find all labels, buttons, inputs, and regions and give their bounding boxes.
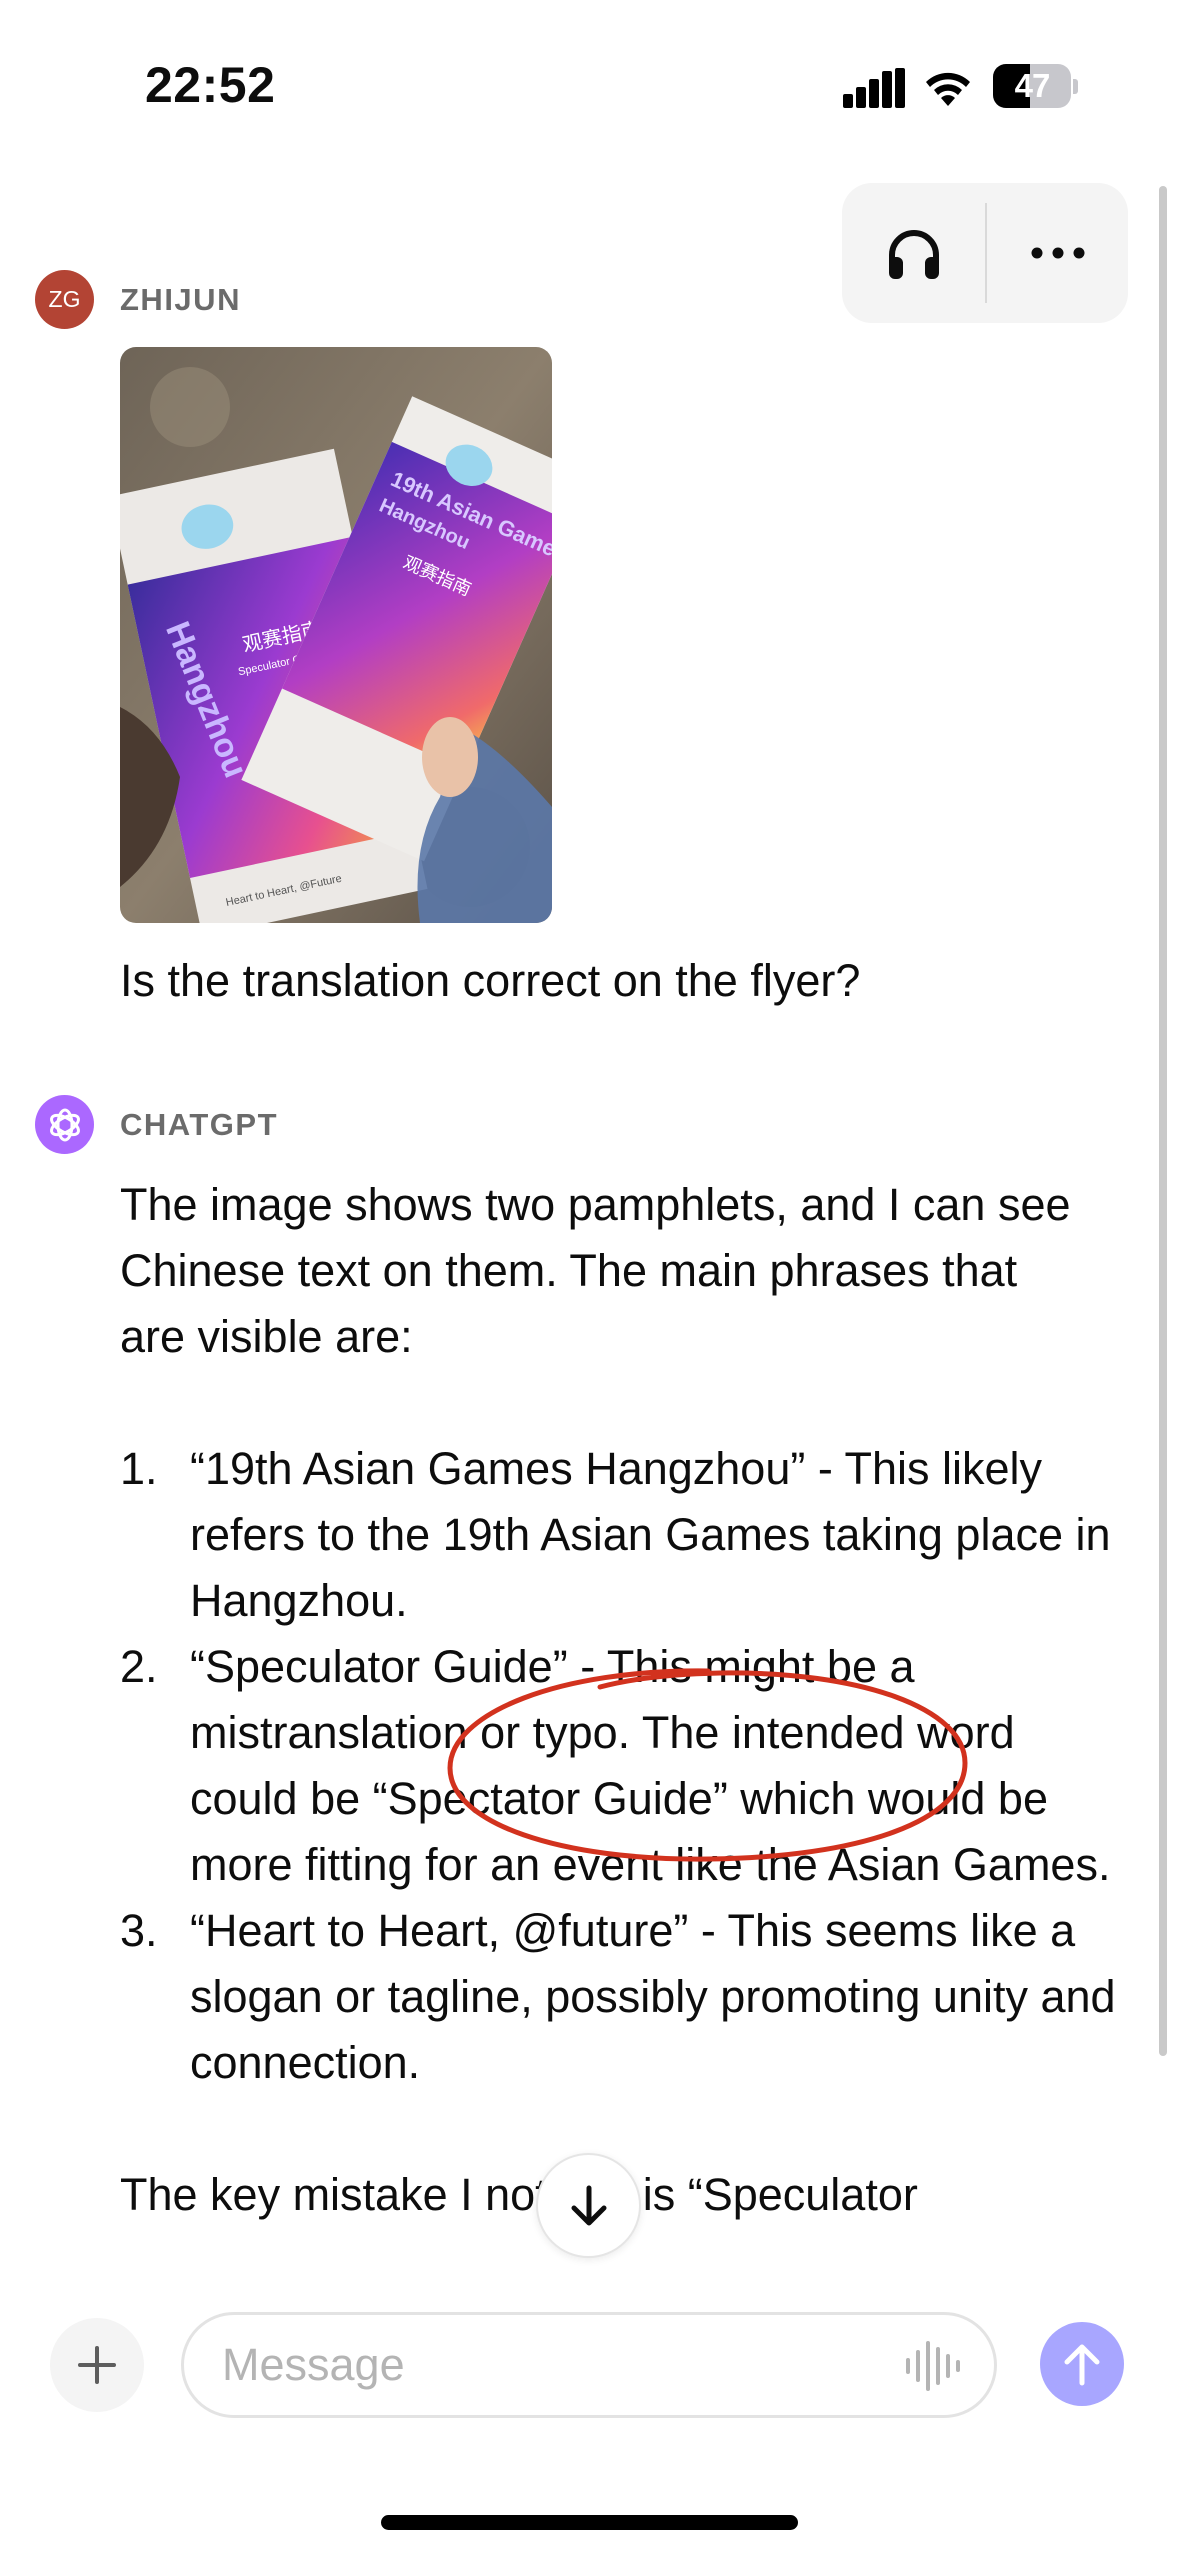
message-composer (181, 2312, 997, 2418)
pamphlets-photo: Hangzhou 观赛指南 Speculator Guide Heart to … (120, 347, 552, 923)
red-annotation-circle (447, 1668, 968, 1862)
plus-icon (78, 2346, 116, 2384)
arrow-down-icon (571, 2185, 606, 2225)
home-indicator (381, 2515, 798, 2530)
user-avatar: ZG (35, 270, 94, 329)
attach-button[interactable] (50, 2318, 144, 2412)
attached-photo[interactable]: Hangzhou 观赛指南 Speculator Guide Heart to … (120, 347, 552, 923)
user-message-text: Is the translation correct on the flyer? (120, 955, 861, 1006)
list-item: 3. “Heart to Heart, @future” - This seems… (120, 1905, 1116, 2088)
message-input[interactable] (222, 2315, 862, 2415)
scroll-to-bottom-button[interactable] (536, 2153, 641, 2258)
list-item: 1. “19th Asian Games Hangzhou” - This lik… (120, 1443, 1111, 1626)
assistant-intro: The image shows two pamphlets, and I can… (120, 1179, 1071, 1362)
chatgpt-avatar (35, 1095, 94, 1154)
user-sender-name: ZHIJUN (120, 282, 241, 317)
chat-thread: ZG ZHIJUN Hangzhou 观赛指南 Speculator Guide… (0, 0, 1179, 2272)
assistant-sender-name: CHATGPT (120, 1107, 279, 1142)
voice-waveform-icon[interactable] (904, 2339, 962, 2393)
openai-logo-icon (49, 1108, 80, 1141)
arrow-up-icon (1064, 2344, 1100, 2386)
send-button[interactable] (1040, 2322, 1124, 2406)
